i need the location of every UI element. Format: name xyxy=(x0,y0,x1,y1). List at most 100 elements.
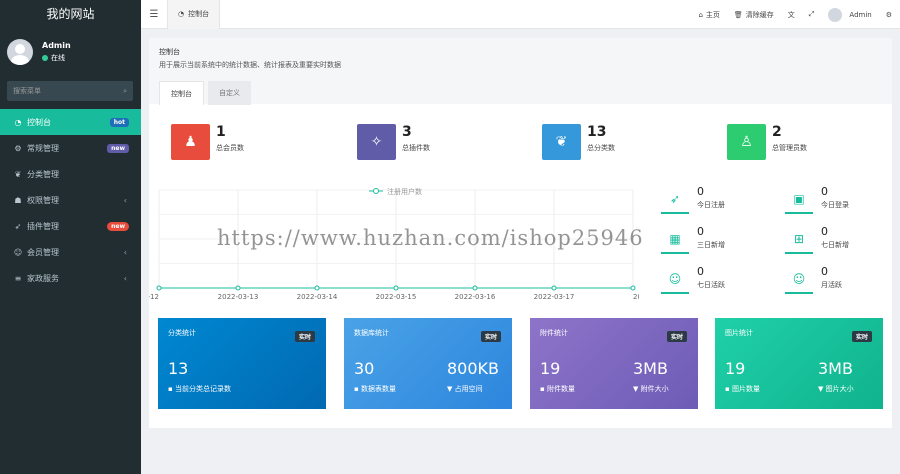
card-title: 图片统计 xyxy=(725,329,753,337)
stat-card: 分类统计 实时 13 ▪ 当前分类总记录数 xyxy=(158,318,326,409)
card-subtitle: ▪ 图片数量 xyxy=(725,385,760,393)
calendar-icon: ▦ xyxy=(661,226,689,254)
mini-stat: ⊞ 0 七日新增 xyxy=(785,226,849,254)
watermark: https://www.huzhan.com/ishop25946 xyxy=(217,226,644,250)
tab-dashboard[interactable]: ◔ 控制台 xyxy=(167,0,221,29)
tab-custom[interactable]: 自定义 xyxy=(208,81,251,105)
user-status: 在线 xyxy=(42,53,71,63)
sidebar-item-4[interactable]: ➶ 插件管理 new xyxy=(0,213,141,239)
sidebar-search[interactable]: 搜索菜单 ⌕ xyxy=(7,81,133,101)
data-point[interactable] xyxy=(393,285,399,291)
card-subtitle-2: ▼ 图片大小 xyxy=(818,385,854,393)
x-tick-label: 03-12 xyxy=(149,293,159,301)
stat-label: 总管理员数 xyxy=(772,144,807,152)
user-panel: Admin 在线 xyxy=(0,32,141,72)
trash-icon: 🗑 xyxy=(733,10,743,19)
rocket-icon: ➶ xyxy=(14,221,22,231)
chart-legend[interactable]: 注册用户数 xyxy=(369,187,422,196)
sidebar-item-5[interactable]: ☺ 会员管理 ‹ xyxy=(0,239,141,265)
mini-stat: ▣ 0 今日登录 xyxy=(785,186,849,214)
sidebar-item-label: 常规管理 xyxy=(27,143,59,153)
realtime-badge: 实时 xyxy=(480,331,501,342)
data-point[interactable] xyxy=(314,285,320,291)
fullscreen-icon: ⤢ xyxy=(808,10,815,18)
data-point[interactable] xyxy=(472,285,478,291)
user-menu[interactable]: Admin xyxy=(828,7,872,22)
data-point[interactable] xyxy=(156,285,162,291)
mini-stat-value: 0 xyxy=(821,185,828,198)
stat-value: 1 xyxy=(216,124,226,140)
mini-stat-label: 三日新增 xyxy=(697,241,725,249)
leaf-icon: ❦ xyxy=(542,124,581,160)
group-icon: ☗ xyxy=(14,195,22,205)
panel-heading: 控制台 用于展示当前系统中的统计数据、统计报表及重要实时数据 控制台 自定义 xyxy=(149,38,892,105)
sidebar-item-0[interactable]: ◔ 控制台 hot xyxy=(0,109,141,135)
home-link[interactable]: ⌂ 主页 xyxy=(698,10,719,20)
vcard-icon: ▣ xyxy=(785,186,813,214)
stat-label: 总插件数 xyxy=(402,144,430,152)
card-subtitle-2: ▼ 占用空间 xyxy=(447,385,483,393)
card-subtitle-2: ▼ 附件大小 xyxy=(633,385,669,393)
stat-box: ♟ 1 总会员数 xyxy=(171,124,244,160)
cogs-icon: ⚙ xyxy=(14,143,22,153)
language-button[interactable]: 文 xyxy=(788,10,795,20)
search-input[interactable]: 搜索菜单 xyxy=(13,86,41,96)
data-point[interactable] xyxy=(630,285,636,291)
fullscreen-button[interactable]: ⤢ xyxy=(809,10,815,19)
stat-value: 13 xyxy=(587,124,607,140)
stats-row: ♟ 1 总会员数 ✧ 3 总插件数 ❦ 13 总分类数 ♙ 2 总管理员数 xyxy=(149,124,892,164)
data-point[interactable] xyxy=(235,285,241,291)
rocket-icon: ➶ xyxy=(661,186,689,214)
card-subtitle: ▪ 当前分类总记录数 xyxy=(168,385,231,393)
user-circle-icon: ☺ xyxy=(13,247,23,257)
sidebar-item-1[interactable]: ⚙ 常规管理 new xyxy=(0,135,141,161)
card-value-2: 3MB xyxy=(818,359,853,378)
card-value: 13 xyxy=(168,359,189,378)
x-tick-label: 2022-0 xyxy=(633,293,639,301)
page-subtitle: 用于展示当前系统中的统计数据、统计报表及重要实时数据 xyxy=(159,61,341,69)
mini-stat-value: 0 xyxy=(697,265,704,278)
brand-logo[interactable]: 我的网站 xyxy=(0,0,141,28)
chevron-left-icon: ‹ xyxy=(123,247,127,257)
card-subtitle: ▪ 数据表数量 xyxy=(354,385,396,393)
x-tick-label: 2022-03-15 xyxy=(376,293,417,301)
online-dot-icon xyxy=(42,55,48,61)
dashboard-icon: ◔ xyxy=(14,117,22,127)
search-icon[interactable]: ⌕ xyxy=(123,87,127,96)
clear-cache-button[interactable]: 🗑 清除缓存 xyxy=(734,10,774,20)
sidebar-item-label: 插件管理 xyxy=(27,221,59,231)
sidebar-item-6[interactable]: ≡ 家政服务 ‹ xyxy=(0,265,141,291)
stat-label: 总会员数 xyxy=(216,144,244,152)
avatar xyxy=(828,7,843,22)
menu-badge: hot xyxy=(109,117,129,127)
sidebar-item-label: 会员管理 xyxy=(27,247,59,257)
avatar xyxy=(7,39,33,65)
list-icon: ≡ xyxy=(14,273,22,283)
settings-button[interactable]: ⚙ xyxy=(886,11,892,19)
hamburger-menu-icon[interactable]: ☰ xyxy=(141,9,167,20)
stat-card: 图片统计 实时 19 3MB ▪ 图片数量 ▼ 图片大小 xyxy=(715,318,883,409)
menu-badge: new xyxy=(107,221,129,231)
sidebar-item-2[interactable]: ❦ 分类管理 xyxy=(0,161,141,187)
stat-box: ❦ 13 总分类数 xyxy=(542,124,615,160)
card-value: 19 xyxy=(725,359,746,378)
mini-stat: ☺ 0 月活跃 xyxy=(785,266,842,294)
mini-stat-label: 七日活跃 xyxy=(697,281,725,289)
data-point[interactable] xyxy=(551,285,557,291)
mini-stat: ▦ 0 三日新增 xyxy=(661,226,725,254)
magic-icon: ✧ xyxy=(357,124,396,160)
mini-stat-value: 0 xyxy=(821,265,828,278)
sidebar-menu: ◔ 控制台 hot ⚙ 常规管理 new ❦ 分类管理 ☗ 权限管理 ‹ ➶ 插件管理 new ☺ 会员管理 ‹… xyxy=(0,109,141,291)
stat-card: 数据库统计 实时 30 800KB ▪ 数据表数量 ▼ 占用空间 xyxy=(344,318,512,409)
mini-stat-label: 今日注册 xyxy=(697,201,725,209)
card-subtitle: ▪ 附件数量 xyxy=(540,385,575,393)
card-value-2: 3MB xyxy=(633,359,668,378)
users-icon: ♟ xyxy=(171,124,210,160)
mini-stat-value: 0 xyxy=(821,225,828,238)
tab-console[interactable]: 控制台 xyxy=(159,81,204,105)
leaf-icon: ❦ xyxy=(14,169,22,179)
sidebar-item-3[interactable]: ☗ 权限管理 ‹ xyxy=(0,187,141,213)
mini-stat: ➶ 0 今日注册 xyxy=(661,186,725,214)
stat-box: ✧ 3 总插件数 xyxy=(357,124,430,160)
stat-card: 附件统计 实时 19 3MB ▪ 附件数量 ▼ 附件大小 xyxy=(530,318,698,409)
